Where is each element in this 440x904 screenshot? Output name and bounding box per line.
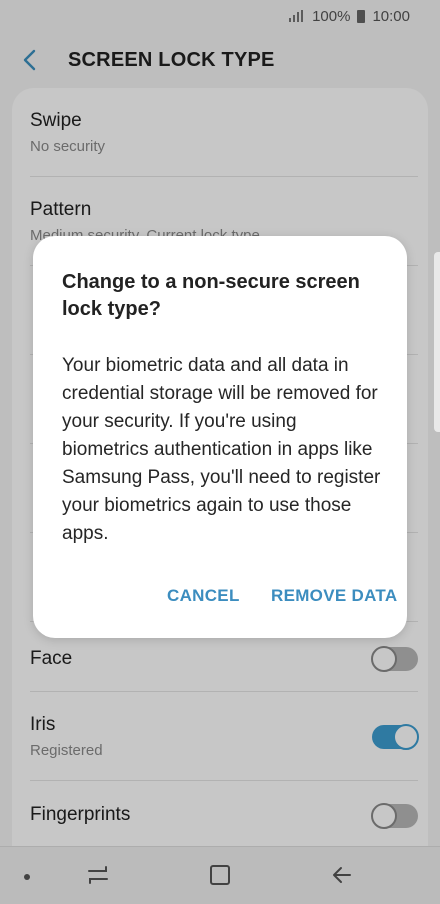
battery-icon [357,9,366,23]
list-item-fingerprints[interactable]: Fingerprints [30,781,418,851]
home-button[interactable] [206,861,234,889]
item-subtitle: No security [30,138,106,155]
chevron-left-icon [23,49,36,71]
list-item-iris[interactable]: Iris Registered [30,692,419,781]
back-nav-button[interactable] [328,861,356,889]
iris-toggle[interactable] [372,724,419,750]
recent-apps-button[interactable] [84,861,112,889]
item-title: Pattern [30,199,92,220]
app-bar: SCREEN LOCK TYPE [0,32,440,88]
dialog-title: Change to a non-secure screen lock type? [62,271,360,320]
back-button[interactable] [0,32,60,88]
item-title: Swipe [30,110,82,131]
status-bar: 100% 10:00 [0,0,440,32]
dot-icon [24,874,30,880]
signal-icon [289,10,304,22]
page-title: SCREEN LOCK TYPE [68,48,275,71]
face-toggle[interactable] [371,646,418,672]
phone-screen: 100% 10:00 SCREEN LOCK TYPE Swipe No sec… [0,0,440,904]
remove-data-button[interactable]: REMOVE DATA [271,586,397,606]
item-title: Iris [30,714,56,735]
item-title: Face [30,648,73,669]
battery-percent: 100% [312,7,351,25]
navigation-bar [0,846,440,904]
edge-panel-handle[interactable] [434,252,440,432]
clock: 10:00 [372,7,410,25]
confirm-dialog: Change to a non-secure screen lock type?… [33,236,407,638]
dialog-message: Your biometric data and all data in cred… [62,355,381,544]
cancel-button[interactable]: CANCEL [167,586,240,606]
list-item-swipe[interactable]: Swipe No security [30,88,418,177]
item-subtitle: Registered [30,742,103,759]
item-title: Fingerprints [30,804,131,825]
fingerprints-toggle[interactable] [371,803,418,829]
